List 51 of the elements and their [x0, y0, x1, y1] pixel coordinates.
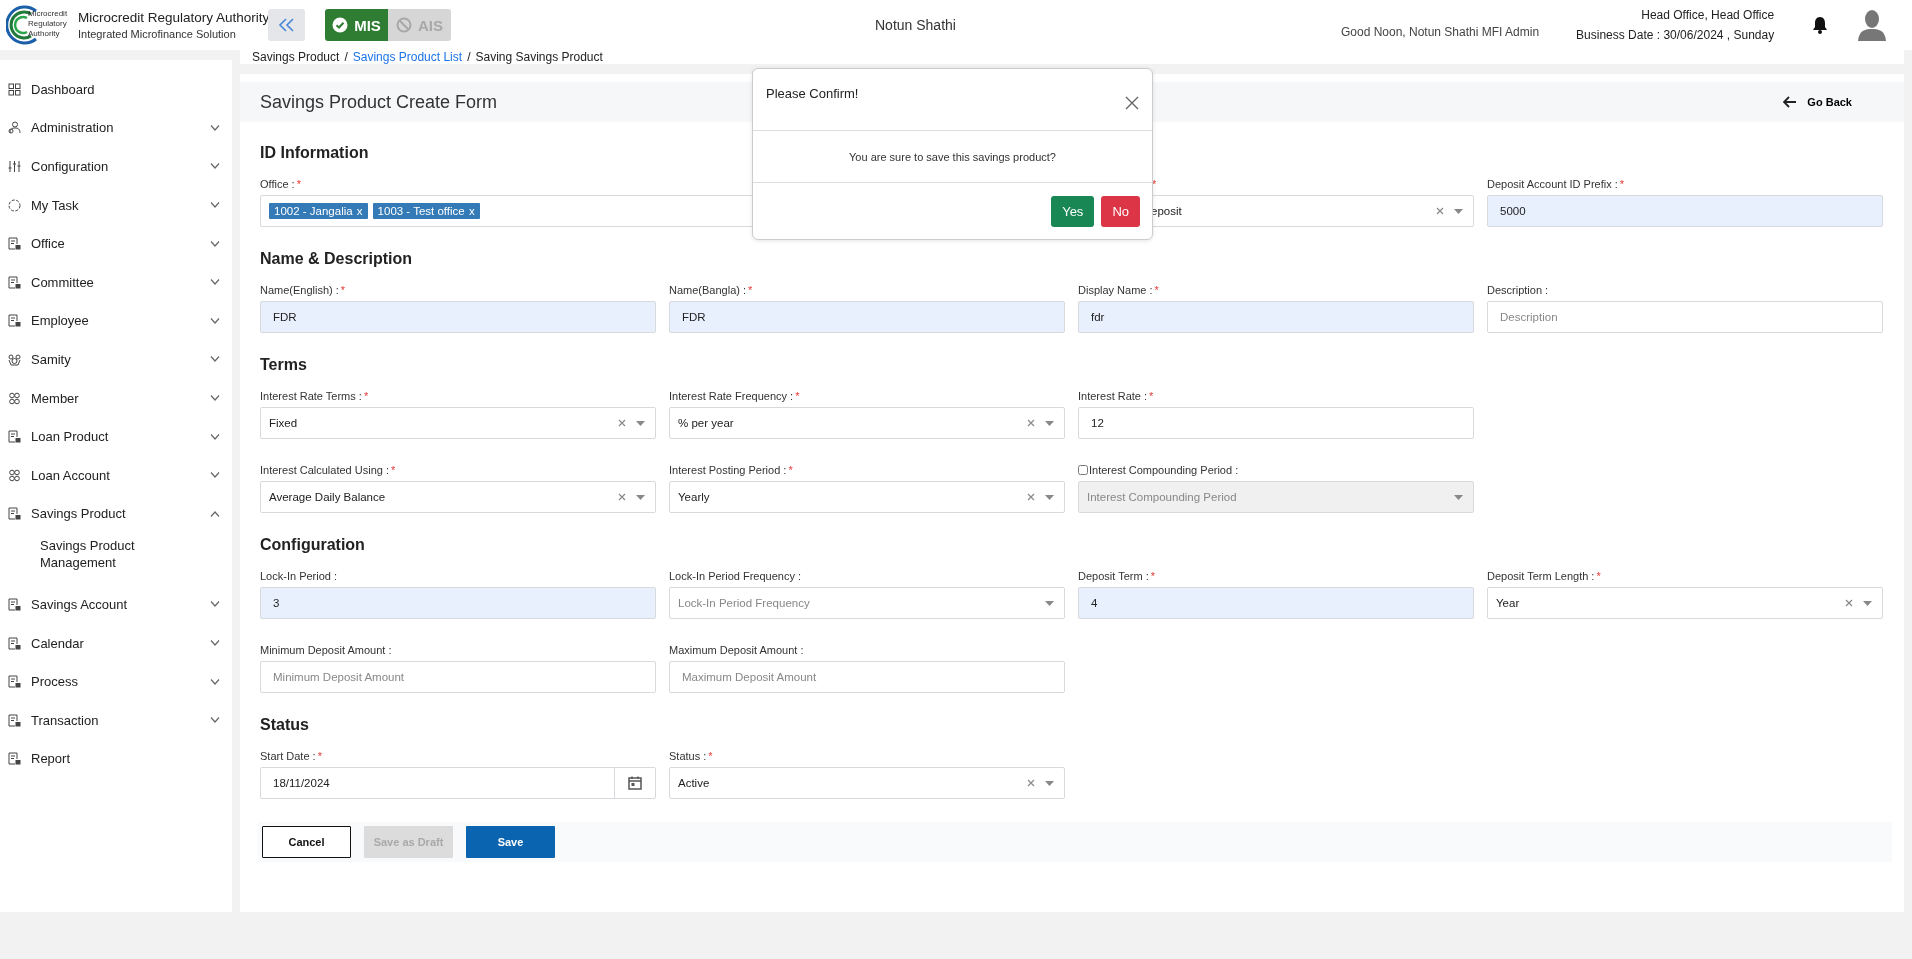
section-title: Name & Description [260, 250, 413, 268]
dialog-title: Please Confirm! [766, 86, 859, 101]
field-label: Start Date : [260, 749, 316, 762]
field-label: Deposit Term Length : [1487, 569, 1595, 582]
section-title: ID Information [260, 144, 369, 162]
field-label: Name(Bangla) : [669, 283, 747, 296]
required-mark: * [748, 283, 753, 296]
field-label: Lock-In Period : [260, 569, 338, 582]
breadcrumb-separator: / [467, 50, 471, 64]
section-title: Configuration [260, 536, 365, 554]
required-mark: * [788, 463, 793, 476]
field-label: Interest Rate : [1078, 389, 1148, 402]
field-label: Lock-In Period Frequency : [669, 569, 802, 582]
required-mark: * [1149, 389, 1154, 402]
required-mark: * [340, 283, 346, 296]
field-label: Interest Calculated Using : [260, 463, 389, 476]
office-name: Head Office, Head Office [1641, 8, 1775, 22]
field-label: Name(English) : [260, 283, 339, 296]
required-mark: * [1619, 177, 1625, 190]
section-title: Terms [260, 356, 307, 374]
required-mark: * [1154, 283, 1159, 296]
dialog-message: You are sure to save this savings product? [849, 150, 1056, 163]
org-name: Microcredit Regulatory Authority [78, 10, 270, 25]
logo: Microcredit Regulatory Authority [6, 3, 74, 47]
form-title: Savings Product Create Form [260, 91, 498, 113]
field-label: Deposit Term : [1078, 569, 1149, 582]
required-mark: * [1596, 569, 1601, 582]
breadcrumb-separator: / [344, 50, 348, 64]
required-mark: * [795, 389, 800, 402]
field-label: Description : [1487, 283, 1549, 296]
greeting-text: Good Noon, Notun Shathi MFI Admin [1340, 25, 1540, 39]
field-label: Status : [669, 749, 707, 762]
required-mark: * [363, 389, 369, 402]
section-title: Status [260, 716, 309, 734]
required-mark: * [296, 177, 301, 190]
field-label: Interest Posting Period : [669, 463, 787, 476]
field-label: Deposit Account ID Prefix : [1487, 177, 1618, 190]
field-label: Minimum Deposit Amount : [260, 643, 392, 656]
org-subtitle: Integrated Microfinance Solution [78, 28, 237, 40]
required-mark: * [391, 463, 396, 476]
field-label: Office : [260, 177, 295, 190]
field-label: Interest Rate Frequency : [669, 389, 794, 402]
required-mark: * [317, 749, 322, 762]
field-label: Interest Rate Terms : [260, 389, 362, 402]
field-label: Display Name : [1078, 283, 1153, 296]
business-date: Business Date : 30/06/2024 , Sunday [1576, 28, 1775, 42]
required-mark: * [708, 749, 713, 762]
field-label: Maximum Deposit Amount : [669, 643, 804, 656]
field-label: Interest Compounding Period : [1089, 463, 1239, 476]
app-title: Notun Shathi [875, 17, 956, 33]
required-mark: * [1150, 569, 1155, 582]
